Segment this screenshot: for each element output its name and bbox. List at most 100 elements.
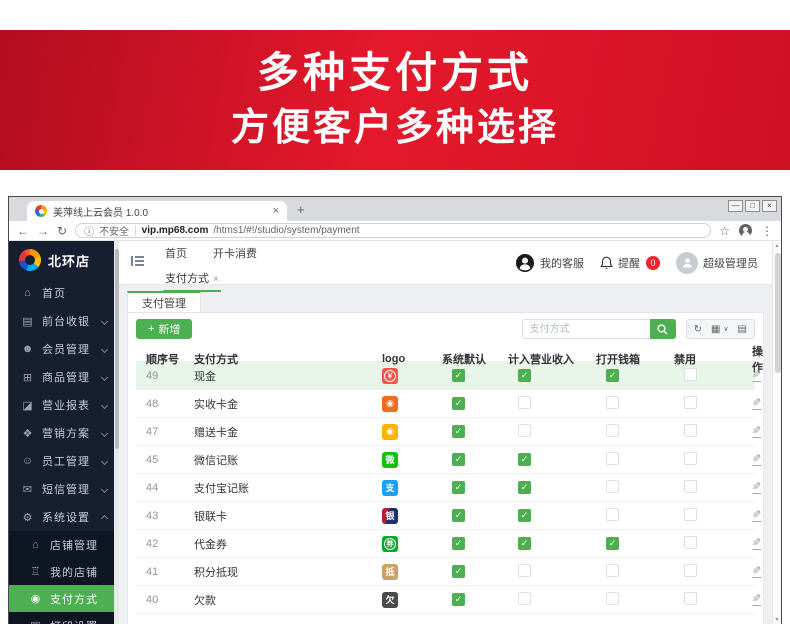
- chrome-profile-icon[interactable]: [739, 224, 752, 237]
- sidebar-item-store-manage[interactable]: ⌂店铺管理: [9, 531, 119, 558]
- edit-icon[interactable]: ✎: [752, 566, 761, 578]
- checkbox-system-default[interactable]: ✓: [452, 537, 465, 550]
- minimize-button[interactable]: —: [728, 200, 743, 212]
- checkbox-open-drawer[interactable]: ✓: [606, 369, 619, 382]
- bookmark-star-icon[interactable]: ☆: [719, 224, 730, 238]
- sidebar-item-my-shop[interactable]: ♖我的店铺: [9, 558, 119, 585]
- edit-icon[interactable]: ✎: [752, 370, 761, 382]
- checkbox-system-default[interactable]: ✓: [452, 509, 465, 522]
- scroll-down-icon[interactable]: ▼: [773, 617, 781, 623]
- edit-icon[interactable]: ✎: [752, 538, 761, 550]
- sidebar-item-goods[interactable]: ⊞商品管理: [9, 363, 119, 391]
- new-tab-button[interactable]: +: [297, 202, 305, 217]
- reload-icon[interactable]: ↻: [57, 225, 67, 237]
- checkbox-disabled[interactable]: [684, 480, 697, 493]
- checkbox-system-default[interactable]: ✓: [452, 481, 465, 494]
- sidebar-item-members[interactable]: ☻会员管理: [9, 335, 119, 363]
- checkbox-open-drawer[interactable]: [606, 396, 619, 409]
- checkbox-system-default[interactable]: ✓: [452, 565, 465, 578]
- cell-actions: ✎: [752, 369, 790, 382]
- sidebar-item-staff[interactable]: ☺员工管理: [9, 447, 119, 475]
- checkbox-count-revenue[interactable]: ✓: [518, 481, 531, 494]
- cell-checkbox-system-default: ✓: [442, 369, 508, 382]
- cell-checkbox-system-default: ✓: [442, 593, 508, 606]
- sidebar-item-settings[interactable]: ⚙系统设置: [9, 503, 119, 531]
- checkbox-count-revenue[interactable]: ✓: [518, 369, 531, 382]
- checkbox-system-default[interactable]: ✓: [452, 453, 465, 466]
- sidebar-scrollbar[interactable]: [114, 241, 119, 624]
- info-icon[interactable]: ⓘ: [84, 223, 94, 238]
- maximize-button[interactable]: □: [745, 200, 760, 212]
- goods-icon: ⊞: [21, 371, 34, 384]
- checkbox-count-revenue[interactable]: ✓: [518, 537, 531, 550]
- edit-icon[interactable]: ✎: [752, 454, 761, 466]
- sidebar-item-payment[interactable]: ◉支付方式: [9, 585, 119, 612]
- checkbox-open-drawer[interactable]: ✓: [606, 537, 619, 550]
- add-button[interactable]: + 新增: [136, 319, 192, 339]
- customer-service-button[interactable]: 我的客服: [515, 253, 584, 273]
- forward-icon[interactable]: →: [37, 225, 49, 237]
- checkbox-disabled[interactable]: [684, 396, 697, 409]
- edit-icon[interactable]: ✎: [752, 482, 761, 494]
- checkbox-open-drawer[interactable]: [606, 508, 619, 521]
- edit-icon[interactable]: ✎: [752, 398, 761, 410]
- tab-payment-method[interactable]: 支付方式×: [163, 269, 221, 292]
- search-input[interactable]: [522, 319, 650, 339]
- checkbox-open-drawer[interactable]: [606, 452, 619, 465]
- sidebar-item-sms[interactable]: ✉短信管理: [9, 475, 119, 503]
- checkbox-open-drawer[interactable]: [606, 592, 619, 605]
- checkbox-count-revenue[interactable]: [518, 424, 531, 437]
- checkbox-count-revenue[interactable]: ✓: [518, 509, 531, 522]
- account-button[interactable]: 超级管理员: [676, 252, 758, 274]
- sidebar-item-cashier[interactable]: ▤前台收银: [9, 307, 119, 335]
- checkbox-system-default[interactable]: ✓: [452, 593, 465, 606]
- cell-actions: ✎: [752, 481, 790, 494]
- checkbox-disabled[interactable]: [684, 592, 697, 605]
- checkbox-open-drawer[interactable]: [606, 564, 619, 577]
- back-icon[interactable]: ←: [17, 225, 29, 237]
- table-row: 43银联卡银✓✓✎: [136, 502, 755, 530]
- checkbox-count-revenue[interactable]: [518, 396, 531, 409]
- checkbox-disabled[interactable]: [684, 564, 697, 577]
- checkbox-disabled[interactable]: [684, 452, 697, 465]
- menu-dots-icon[interactable]: ⋮: [761, 224, 773, 238]
- url-field[interactable]: ⓘ 不安全 | vip.mp68.com/htms1/#!/studio/sys…: [75, 223, 711, 238]
- checkbox-disabled[interactable]: [684, 424, 697, 437]
- alerts-button[interactable]: 提醒 0: [600, 255, 660, 271]
- checkbox-count-revenue[interactable]: [518, 564, 531, 577]
- checkbox-count-revenue[interactable]: ✓: [518, 453, 531, 466]
- nav-tab-home[interactable]: 首页: [163, 243, 189, 263]
- list-view-icon[interactable]: ▤: [738, 324, 747, 335]
- checkbox-disabled[interactable]: [684, 368, 697, 381]
- browser-tab[interactable]: 美萍线上云会员 1.0.0 ×: [27, 201, 287, 221]
- scrollbar-thumb[interactable]: [775, 253, 781, 373]
- page-scrollbar[interactable]: ▲ ▼: [772, 241, 781, 624]
- edit-icon[interactable]: ✎: [752, 594, 761, 606]
- home-icon: ⌂: [21, 287, 34, 299]
- sidebar-item-home[interactable]: ⌂首页: [9, 279, 119, 307]
- checkbox-system-default[interactable]: ✓: [452, 425, 465, 438]
- refresh-icon[interactable]: ↻: [694, 324, 702, 335]
- browser-window: 美萍线上云会员 1.0.0 × + — □ × ← → ↻ ⓘ 不安全 | vi…: [8, 196, 782, 624]
- tab-payment-management[interactable]: 支付管理: [127, 291, 201, 312]
- checkbox-system-default[interactable]: ✓: [452, 369, 465, 382]
- checkbox-count-revenue[interactable]: [518, 592, 531, 605]
- edit-icon[interactable]: ✎: [752, 510, 761, 522]
- search-button[interactable]: [650, 319, 676, 339]
- tab-close-icon[interactable]: ×: [213, 274, 219, 285]
- close-button[interactable]: ×: [762, 200, 777, 212]
- sidebar-item-report[interactable]: ◪营业报表: [9, 391, 119, 419]
- sidebar-item-print[interactable]: ▣打印设置: [9, 612, 119, 624]
- collapse-menu-icon[interactable]: [131, 255, 145, 284]
- nav-tab-consume[interactable]: 开卡消费: [211, 243, 259, 263]
- checkbox-disabled[interactable]: [684, 508, 697, 521]
- edit-icon[interactable]: ✎: [752, 426, 761, 438]
- checkbox-open-drawer[interactable]: [606, 480, 619, 493]
- checkbox-open-drawer[interactable]: [606, 424, 619, 437]
- sidebar-item-marketing[interactable]: ❖营销方案: [9, 419, 119, 447]
- tab-close-icon[interactable]: ×: [273, 205, 279, 217]
- scroll-up-icon[interactable]: ▲: [773, 243, 781, 249]
- columns-icon[interactable]: ▦: [711, 324, 720, 335]
- checkbox-system-default[interactable]: ✓: [452, 397, 465, 410]
- checkbox-disabled[interactable]: [684, 536, 697, 549]
